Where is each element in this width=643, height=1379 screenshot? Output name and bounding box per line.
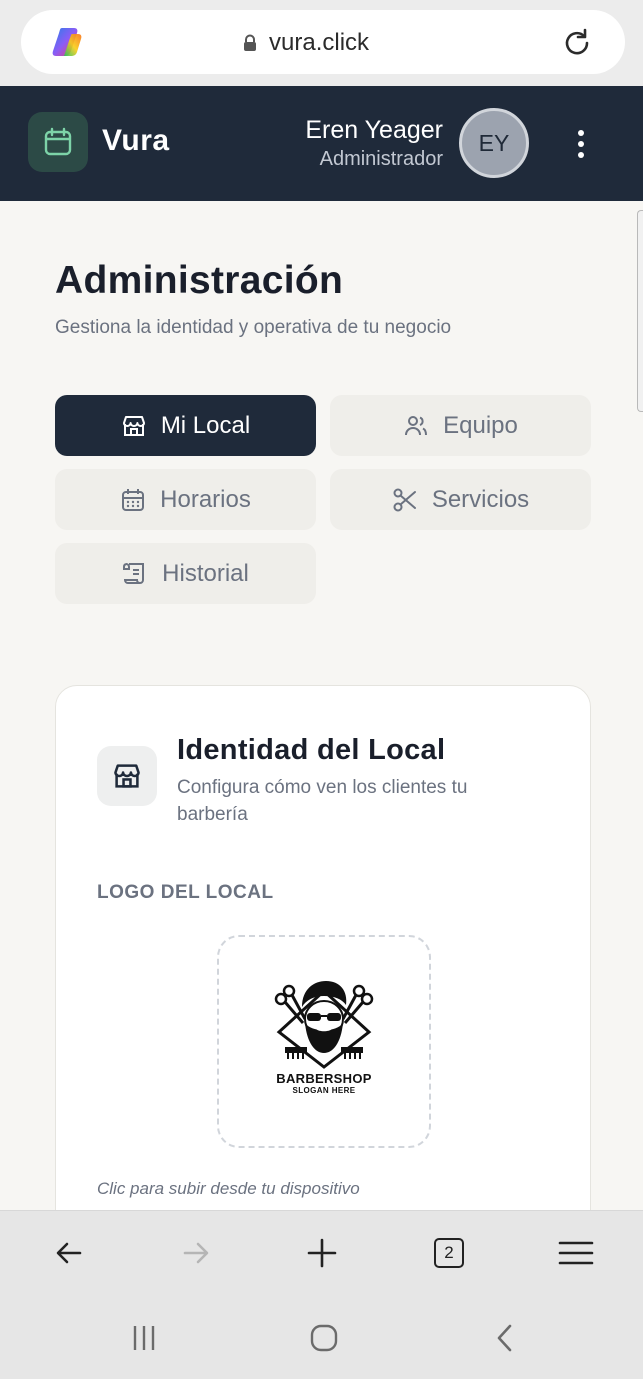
store-icon	[97, 746, 157, 806]
app-header: Vura Eren Yeager Administrador EY	[0, 86, 643, 201]
calendar-icon	[122, 488, 145, 511]
tab-servicios[interactable]: Servicios	[330, 469, 591, 530]
calendar-icon	[44, 127, 72, 156]
upload-hint: Clic para subir desde tu dispositivo	[97, 1179, 360, 1198]
tabs-count: 2	[434, 1238, 464, 1268]
copilot-icon[interactable]	[50, 24, 86, 60]
page-title: Administración	[55, 259, 344, 302]
tab-label: Historial	[162, 559, 249, 587]
user-role: Administrador	[319, 148, 443, 170]
browser-toolbar: vura.click	[0, 0, 643, 86]
barbershop-logo: BARBERSHOP SLOGAN HERE	[264, 977, 384, 1107]
page-subtitle: Gestiona la identidad y operativa de tu …	[55, 317, 452, 338]
lock-icon	[244, 34, 256, 51]
logo-wordmark: BARBERSHOP	[276, 1070, 372, 1086]
reload-icon[interactable]	[560, 26, 594, 60]
tab-historial[interactable]: Historial	[55, 543, 316, 604]
users-icon	[405, 415, 428, 435]
card-description: Configura cómo ven los clientes tu barbe…	[177, 777, 468, 825]
scissors-icon	[393, 488, 416, 511]
store-icon	[122, 415, 145, 436]
tab-label: Servicios	[431, 485, 530, 513]
main-content: Administración Gestiona la identidad y o…	[0, 201, 643, 1210]
identity-card: Identidad del Local Configura cómo ven l…	[55, 685, 591, 1210]
tab-mi-local[interactable]: Mi Local	[55, 395, 316, 456]
tab-horarios[interactable]: Horarios	[55, 469, 316, 530]
system-back-icon[interactable]	[487, 1323, 523, 1353]
back-icon[interactable]	[49, 1233, 89, 1273]
recent-apps-icon[interactable]	[126, 1323, 162, 1353]
logo-slogan: SLOGAN HERE	[292, 1085, 356, 1095]
home-icon[interactable]	[306, 1323, 342, 1353]
tab-label: Mi Local	[160, 411, 251, 439]
system-navigation-bar	[0, 1297, 643, 1379]
tab-label: Horarios	[160, 485, 251, 513]
app-logo[interactable]	[28, 112, 88, 172]
logo-upload-area[interactable]: BARBERSHOP SLOGAN HERE	[217, 935, 431, 1148]
menu-icon[interactable]	[556, 1233, 596, 1273]
user-name: Eren Yeager	[305, 116, 443, 144]
tab-label: Equipo	[443, 411, 518, 439]
brand-name: Vura	[102, 124, 170, 157]
card-title: Identidad del Local	[177, 734, 446, 766]
address-bar[interactable]: vura.click	[21, 10, 625, 74]
tabs-button[interactable]: 2	[429, 1233, 469, 1273]
logo-section-label: LOGO DEL LOCAL	[97, 882, 274, 903]
forward-icon[interactable]	[176, 1233, 216, 1273]
new-tab-icon[interactable]	[302, 1233, 342, 1273]
browser-bottom-toolbar: 2	[0, 1210, 643, 1297]
scrollbar[interactable]	[637, 210, 643, 412]
more-options-icon[interactable]	[566, 124, 596, 164]
url-text[interactable]: vura.click	[269, 29, 369, 57]
avatar[interactable]: EY	[459, 108, 529, 178]
tab-equipo[interactable]: Equipo	[330, 395, 591, 456]
scroll-icon	[123, 562, 145, 584]
